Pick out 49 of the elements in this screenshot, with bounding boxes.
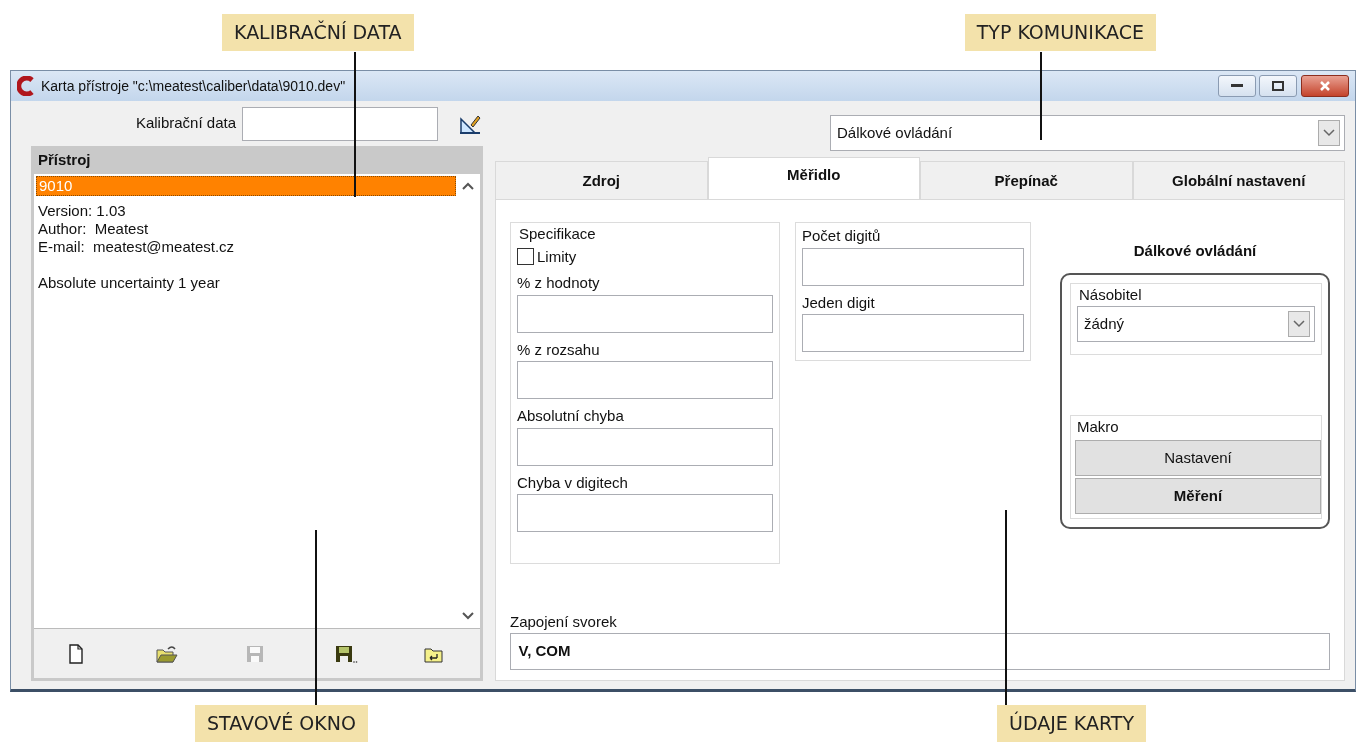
communication-select[interactable]: Dálkové ovládání (830, 115, 1345, 151)
terminals-label: Zapojení svorek (510, 611, 618, 632)
calibration-input[interactable] (242, 106, 438, 141)
info-text: Absolute uncertainty 1 year (37, 273, 221, 292)
tab[interactable]: Přepínač (920, 161, 1133, 199)
terminals-field[interactable]: V, COM (510, 633, 1330, 670)
minimize-icon (1230, 84, 1243, 88)
callout-label: KALIBRAČNÍ DATA (222, 14, 414, 51)
dropdown-icon (1293, 320, 1305, 328)
macro-button[interactable]: Nastavení (1075, 440, 1321, 477)
close-button[interactable] (1301, 75, 1349, 97)
panel-title: Dálkové ovládání (1132, 241, 1258, 261)
field-label: Chyba v digitech (517, 472, 629, 493)
macro-button[interactable]: Měření (1075, 478, 1321, 515)
field-label: % z hodnoty (517, 273, 601, 293)
field-label: % z rozsahu (517, 339, 601, 360)
open-folder-icon[interactable] (155, 643, 180, 664)
minimize-button[interactable] (1217, 75, 1256, 97)
floppy-disk-icon[interactable] (334, 643, 359, 664)
scroll-up-icon[interactable] (462, 181, 474, 190)
text-field[interactable] (517, 494, 773, 532)
text-field[interactable] (802, 314, 1024, 352)
info-text: Author: Meatest (37, 219, 150, 238)
callout-label: STAVOVÉ OKNO (195, 705, 368, 742)
calibration-label: Kalibrační data (135, 113, 236, 134)
text-field[interactable] (517, 294, 773, 333)
dropdown-icon (1323, 129, 1335, 137)
panel-header: Přístroj (34, 149, 480, 174)
callout-label: TYP KOMUNIKACE (964, 14, 1156, 51)
info-text: Version: 1.03 (37, 201, 127, 220)
text-field[interactable] (517, 427, 773, 466)
field-label: Jeden digit (802, 292, 876, 313)
close-icon (1319, 80, 1331, 92)
limits-checkbox[interactable]: Limity (517, 245, 577, 268)
multiplier-select[interactable]: žádný (1077, 306, 1315, 342)
app-logo-icon (17, 76, 35, 96)
maximize-icon (1272, 81, 1285, 91)
field-label: Počet digitů (802, 226, 882, 246)
text-field[interactable] (802, 247, 1024, 286)
info-text: E-mail: meatest@meatest.cz (37, 237, 236, 256)
callout-label: ÚDAJE KARTY (997, 705, 1146, 742)
maximize-button[interactable] (1259, 75, 1298, 97)
field-label: Absolutní chyba (517, 406, 625, 426)
text-field[interactable] (517, 361, 773, 399)
tab[interactable]: Zdroj (495, 161, 708, 199)
tab[interactable]: Globální nastavení (1132, 161, 1345, 199)
scroll-down-icon[interactable] (462, 612, 474, 620)
tab[interactable]: Měřidlo (707, 157, 920, 199)
window-title: Karta přístroje "c:\meatest\caliber\data\9010.dev" (41, 76, 346, 96)
